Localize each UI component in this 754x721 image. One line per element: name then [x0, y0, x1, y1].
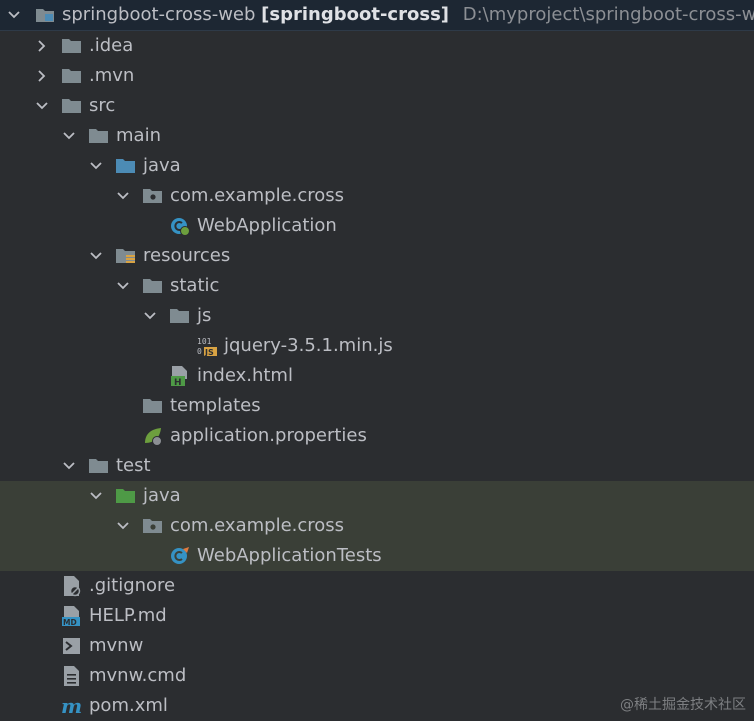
- tree-row-js[interactable]: js: [0, 301, 754, 331]
- tree-label: WebApplicationTests: [197, 545, 382, 566]
- tree-row-main[interactable]: main: [0, 121, 754, 151]
- folder-icon: [142, 395, 164, 417]
- tree-row-test-java[interactable]: java: [0, 481, 754, 511]
- chevron-down-icon[interactable]: [90, 160, 102, 172]
- project-name: springboot-cross-web: [62, 4, 256, 25]
- tree-row-mvnw-cmd[interactable]: mvnw.cmd: [0, 661, 754, 691]
- tree-label: static: [170, 275, 220, 296]
- chevron-down-icon[interactable]: [90, 490, 102, 502]
- tree-label: mvnw: [89, 635, 144, 656]
- text-file-icon: [61, 665, 83, 687]
- shell-script-icon: [61, 635, 83, 657]
- chevron-down-icon[interactable]: [36, 100, 48, 112]
- project-tree: springboot-cross-web [springboot-cross] …: [0, 0, 754, 721]
- chevron-right-icon[interactable]: [36, 70, 48, 82]
- chevron-down-icon[interactable]: [8, 9, 20, 21]
- tree-row-src[interactable]: src: [0, 91, 754, 121]
- tree-label: .idea: [89, 35, 134, 56]
- tree-row-jquery[interactable]: 101 0 JS jquery-3.5.1.min.js: [0, 331, 754, 361]
- module-folder-icon: [34, 4, 56, 26]
- svg-text:0: 0: [197, 347, 202, 356]
- watermark: @稀土掘金技术社区: [620, 697, 746, 713]
- tree-label: resources: [143, 245, 231, 266]
- svg-text:JS: JS: [204, 348, 214, 357]
- folder-icon: [61, 35, 83, 57]
- tree-row-templates[interactable]: templates: [0, 391, 754, 421]
- test-class-icon: [169, 545, 191, 567]
- tree-label: main: [116, 125, 161, 146]
- tree-label: .gitignore: [89, 575, 176, 596]
- tree-row-project-root[interactable]: springboot-cross-web [springboot-cross] …: [0, 0, 754, 31]
- tree-row-application-properties[interactable]: application.properties: [0, 421, 754, 451]
- test-folder-icon: [115, 485, 137, 507]
- folder-icon: [61, 65, 83, 87]
- chevron-down-icon[interactable]: [63, 460, 75, 472]
- folder-icon: [169, 305, 191, 327]
- module-name: [springboot-cross]: [261, 4, 450, 25]
- svg-text:m: m: [61, 695, 82, 717]
- tree-label: jquery-3.5.1.min.js: [224, 335, 393, 356]
- tree-label: src: [89, 95, 116, 116]
- chevron-down-icon[interactable]: [63, 130, 75, 142]
- chevron-down-icon[interactable]: [144, 310, 156, 322]
- tree-label: WebApplication: [197, 215, 337, 236]
- tree-row-index-html[interactable]: H index.html: [0, 361, 754, 391]
- ignore-file-icon: [61, 575, 83, 597]
- source-folder-icon: [115, 155, 137, 177]
- tree-row-resources[interactable]: resources: [0, 241, 754, 271]
- folder-icon: [88, 125, 110, 147]
- tree-row-main-java[interactable]: java: [0, 151, 754, 181]
- tree-label: com.example.cross: [170, 515, 345, 536]
- resources-folder-icon: [115, 245, 137, 267]
- html-file-icon: H: [169, 365, 191, 387]
- tree-label: templates: [170, 395, 261, 416]
- chevron-down-icon[interactable]: [117, 190, 129, 202]
- package-icon: [142, 515, 164, 537]
- folder-icon: [142, 275, 164, 297]
- tree-row-gitignore[interactable]: .gitignore: [0, 571, 754, 601]
- tree-row-help-md[interactable]: MD HELP.md: [0, 601, 754, 631]
- chevron-down-icon[interactable]: [90, 250, 102, 262]
- tree-label: pom.xml: [89, 695, 168, 716]
- project-path: D:\myproject\springboot-cross-web: [462, 4, 754, 25]
- chevron-down-icon[interactable]: [117, 280, 129, 292]
- tree-label: com.example.cross: [170, 185, 345, 206]
- tree-label: .mvn: [89, 65, 135, 86]
- tree-label: test: [116, 455, 151, 476]
- folder-icon: [61, 95, 83, 117]
- project-label: springboot-cross-web [springboot-cross] …: [62, 0, 754, 30]
- chevron-down-icon[interactable]: [117, 520, 129, 532]
- spring-properties-icon: [142, 425, 164, 447]
- javascript-file-icon: 101 0 JS: [196, 335, 218, 357]
- tree-row-main-package[interactable]: com.example.cross: [0, 181, 754, 211]
- svg-text:MD: MD: [63, 618, 77, 627]
- tree-row-static[interactable]: static: [0, 271, 754, 301]
- tree-label: index.html: [197, 365, 293, 386]
- tree-label: java: [143, 485, 181, 506]
- tree-row-mvnw[interactable]: mvnw: [0, 631, 754, 661]
- tree-row-mvn[interactable]: .mvn: [0, 61, 754, 91]
- svg-text:H: H: [174, 378, 182, 387]
- tree-label: java: [143, 155, 181, 176]
- tree-label: application.properties: [170, 425, 367, 446]
- tree-label: HELP.md: [89, 605, 167, 626]
- spring-class-icon: [169, 215, 191, 237]
- tree-row-test[interactable]: test: [0, 451, 754, 481]
- chevron-right-icon[interactable]: [36, 40, 48, 52]
- tree-row-web-application-tests[interactable]: WebApplicationTests: [0, 541, 754, 571]
- tree-row-idea[interactable]: .idea: [0, 31, 754, 61]
- maven-icon: m: [61, 695, 83, 717]
- tree-label: js: [197, 305, 212, 326]
- markdown-file-icon: MD: [61, 605, 83, 627]
- tree-row-test-package[interactable]: com.example.cross: [0, 511, 754, 541]
- folder-icon: [88, 455, 110, 477]
- package-icon: [142, 185, 164, 207]
- tree-row-web-application[interactable]: WebApplication: [0, 211, 754, 241]
- svg-text:101: 101: [197, 337, 212, 346]
- tree-label: mvnw.cmd: [89, 665, 187, 686]
